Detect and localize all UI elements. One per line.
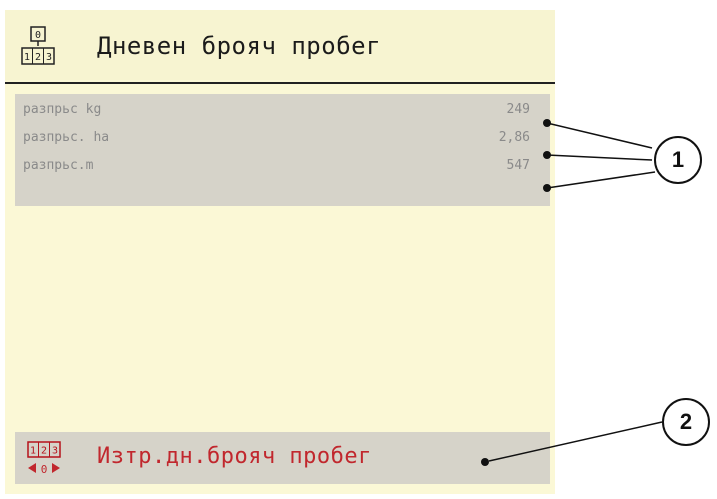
marker-dot — [543, 151, 551, 159]
marker-dot — [543, 184, 551, 192]
callout-1: 1 — [654, 136, 702, 184]
callout-leader-lines — [488, 122, 663, 462]
marker-dot — [481, 458, 489, 466]
callout-2: 2 — [662, 398, 710, 446]
marker-dot — [543, 119, 551, 127]
